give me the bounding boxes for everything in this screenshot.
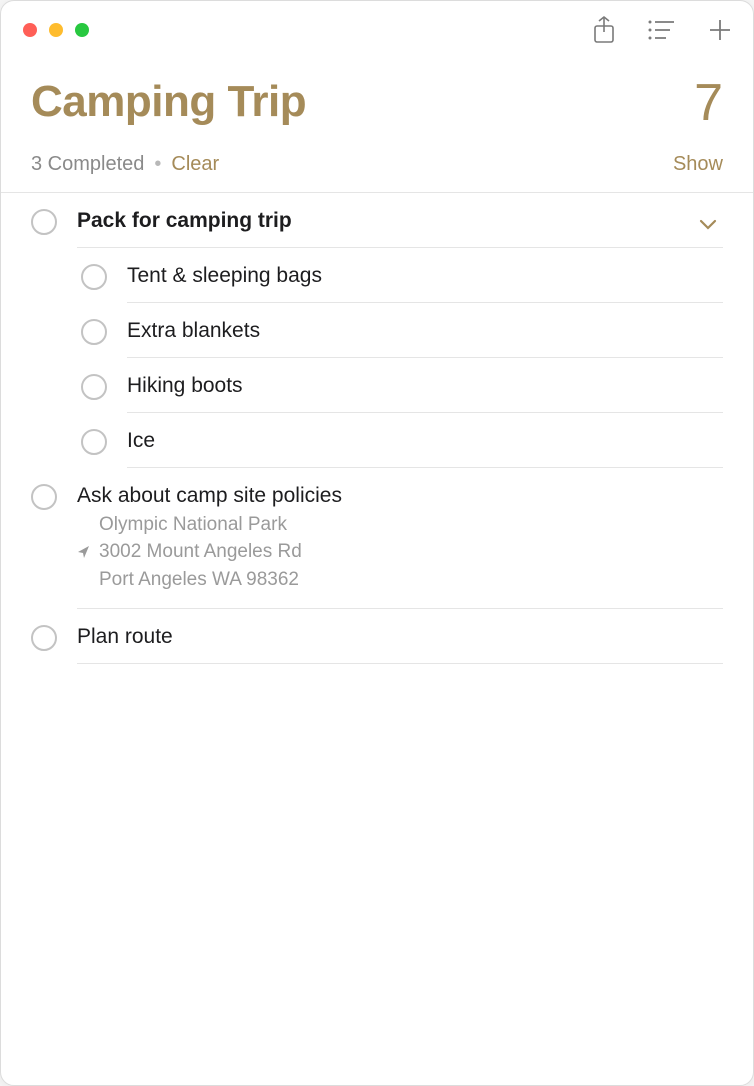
close-window-button[interactable] (23, 23, 37, 37)
reminder-title: Ice (127, 429, 723, 453)
reminder-item[interactable]: Ask about camp site policies Olympic Nat… (31, 468, 723, 609)
location-address-line1: 3002 Mount Angeles Rd (99, 539, 302, 566)
location-address-line2: Port Angeles WA 98362 (77, 567, 723, 594)
reminder-title: Ask about camp site policies (77, 484, 723, 508)
complete-checkbox[interactable] (81, 264, 107, 290)
reminder-item[interactable]: Pack for camping trip (31, 193, 723, 248)
complete-checkbox[interactable] (31, 625, 57, 651)
share-button[interactable] (589, 15, 619, 45)
reminder-item[interactable]: Plan route (31, 609, 723, 664)
completed-count-text: 3 Completed (31, 153, 144, 176)
add-reminder-button[interactable] (705, 15, 735, 45)
minimize-window-button[interactable] (49, 23, 63, 37)
reminder-location: Olympic National Park 3002 Mount Angeles… (77, 512, 723, 594)
status-bar: 3 Completed • Clear Show (1, 133, 753, 193)
titlebar (1, 1, 753, 59)
reminder-title: Extra blankets (127, 319, 723, 343)
app-window: Camping Trip 7 3 Completed • Clear Show … (0, 0, 754, 1086)
reminder-subitem[interactable]: Hiking boots (31, 358, 723, 413)
location-arrow-icon (77, 541, 93, 568)
separator-dot: • (154, 153, 161, 176)
complete-checkbox[interactable] (81, 429, 107, 455)
reminder-count: 7 (694, 77, 723, 129)
reminder-subitem[interactable]: Tent & sleeping bags (31, 248, 723, 303)
location-name: Olympic National Park (77, 512, 723, 539)
show-completed-button[interactable]: Show (673, 153, 723, 176)
list-view-button[interactable] (647, 15, 677, 45)
complete-checkbox[interactable] (81, 319, 107, 345)
reminder-subitem[interactable]: Extra blankets (31, 303, 723, 358)
reminders-list: Pack for camping trip Tent & sleeping ba… (1, 193, 753, 1085)
window-controls (23, 23, 89, 37)
clear-completed-button[interactable]: Clear (171, 153, 219, 176)
complete-checkbox[interactable] (31, 209, 57, 235)
chevron-down-icon[interactable] (699, 215, 717, 236)
reminder-subitem[interactable]: Ice (31, 413, 723, 468)
zoom-window-button[interactable] (75, 23, 89, 37)
completed-status: 3 Completed • Clear (31, 153, 219, 176)
complete-checkbox[interactable] (31, 484, 57, 510)
list-title: Camping Trip (31, 77, 306, 127)
complete-checkbox[interactable] (81, 374, 107, 400)
reminder-title: Tent & sleeping bags (127, 264, 723, 288)
list-header: Camping Trip 7 (1, 59, 753, 133)
reminder-title: Hiking boots (127, 374, 723, 398)
reminder-title: Pack for camping trip (77, 209, 723, 233)
toolbar (589, 15, 735, 45)
reminder-title: Plan route (77, 625, 723, 649)
